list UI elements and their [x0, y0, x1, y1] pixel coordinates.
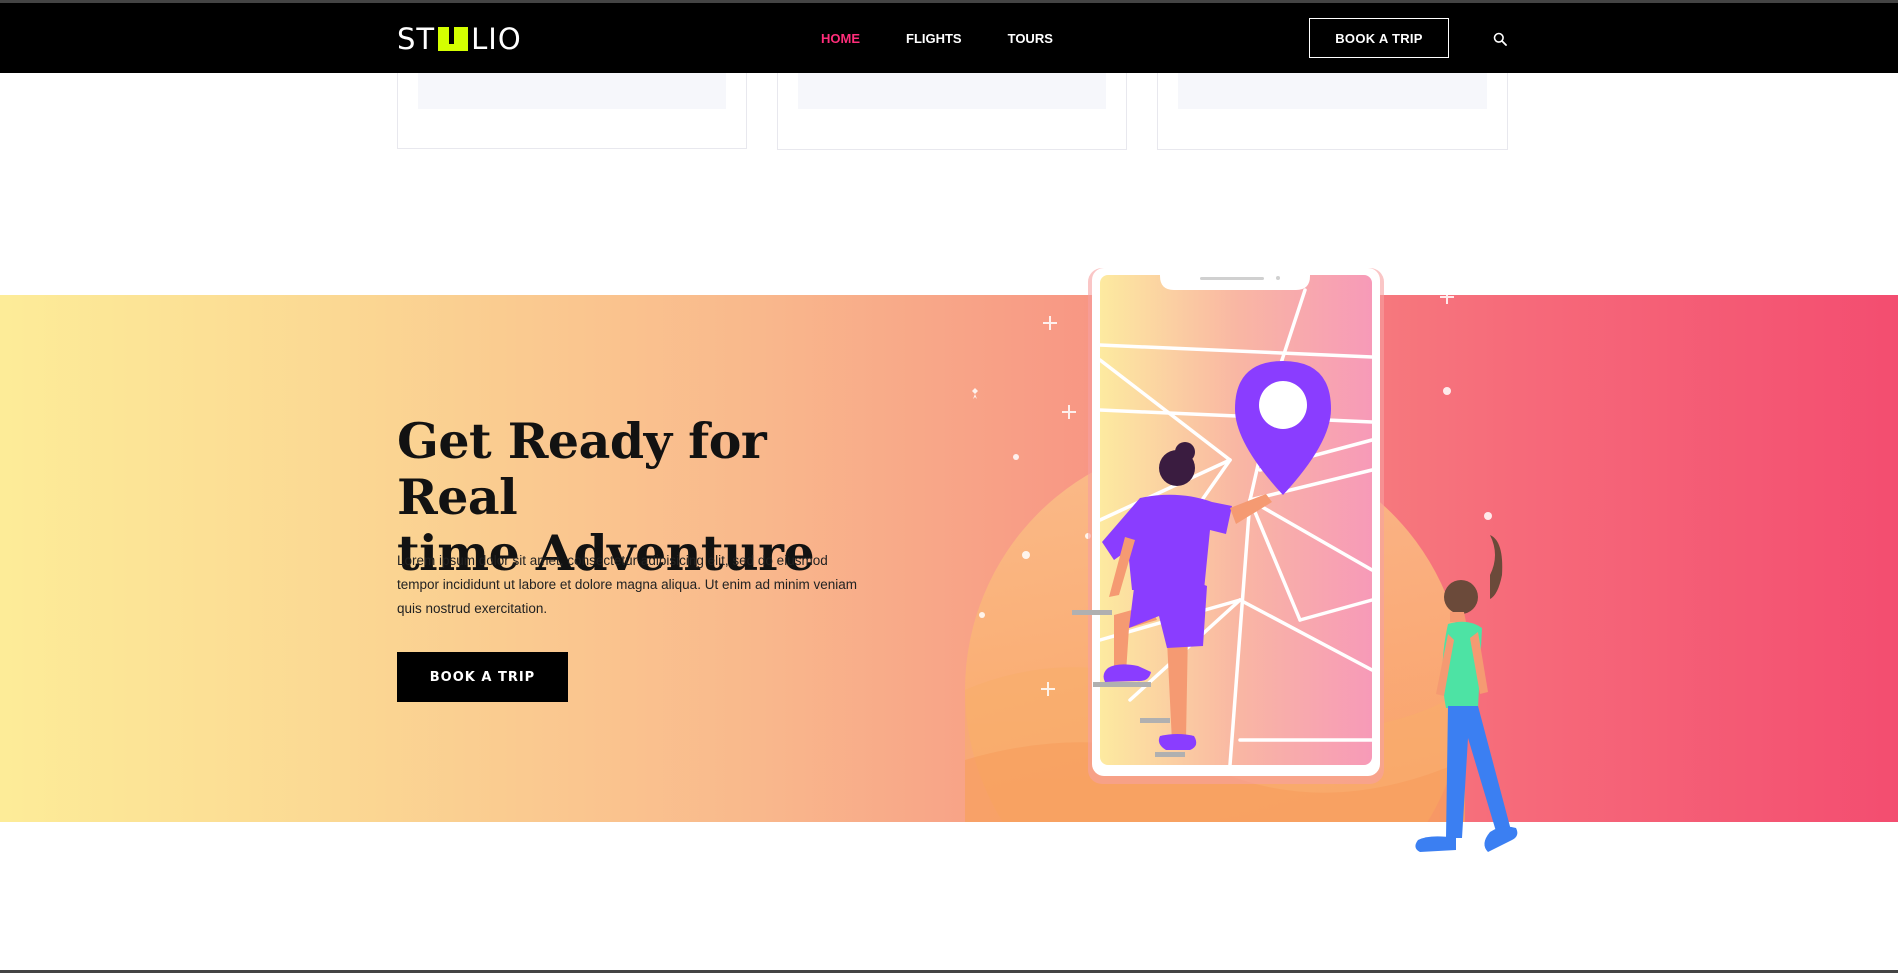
header-book-trip-button[interactable]: BOOK A TRIP — [1309, 18, 1449, 58]
logo-mark-icon — [438, 27, 469, 51]
logo-text-right: LIO — [471, 22, 522, 56]
hero-headline-line1: Get Ready for Real — [397, 412, 767, 526]
hero-book-trip-button[interactable]: BOOK A TRIP — [397, 652, 568, 702]
logo-text-left: ST — [397, 22, 436, 56]
site-logo[interactable]: ST LIO — [397, 22, 522, 56]
main-nav: HOME FLIGHTS TOURS — [821, 31, 1099, 46]
nav-item-tours[interactable]: TOURS — [1008, 31, 1053, 46]
site-header: ST LIO HOME FLIGHTS TOURS BOOK A TRIP — [0, 3, 1898, 73]
hero-section — [0, 295, 1898, 822]
nav-item-flights[interactable]: FLIGHTS — [906, 31, 962, 46]
nav-item-home[interactable]: HOME — [821, 31, 860, 46]
search-icon[interactable] — [1493, 32, 1507, 46]
hero-paragraph: Lorem ipsum dolor sit amet, consectetur … — [397, 553, 857, 616]
